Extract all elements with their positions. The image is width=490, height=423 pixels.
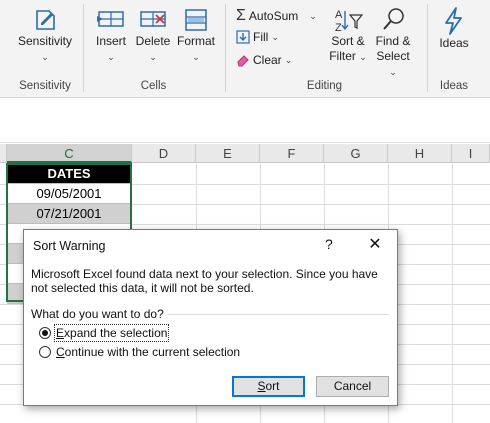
insert-label: Insert bbox=[95, 34, 126, 48]
dialog-title: Sort Warning bbox=[33, 239, 106, 253]
clear-label: Clear bbox=[253, 53, 282, 67]
help-icon[interactable]: ? bbox=[325, 236, 333, 252]
group-label-editing: Editing bbox=[306, 80, 343, 92]
dialog-message: Microsoft Excel found data next to your … bbox=[31, 267, 378, 295]
group-label-sensitivity: Sensitivity bbox=[19, 80, 71, 92]
lightning-icon bbox=[445, 7, 462, 35]
radio-expand-selection[interactable]: Expand the selection bbox=[39, 324, 170, 342]
find-select-label-1: Find & bbox=[375, 34, 411, 48]
insert-cells-icon bbox=[97, 11, 124, 27]
formula-bar-area bbox=[0, 99, 490, 143]
radio-label-continue: Continue with the current selection bbox=[56, 345, 241, 359]
radio-continue-current[interactable]: Continue with the current selection bbox=[39, 345, 240, 359]
column-header-h[interactable]: H bbox=[388, 144, 452, 163]
find-select-label-2: Select bbox=[376, 49, 410, 63]
ribbon: Sensitivity ⌄ Sensitivity Insert ⌄ Delet… bbox=[0, 0, 490, 98]
radio-button-selected-icon[interactable] bbox=[39, 327, 51, 339]
sensitivity-label: Sensitivity bbox=[17, 34, 73, 48]
chevron-down-icon: ⌄ bbox=[284, 54, 293, 65]
dialog-question: What do you want to do? bbox=[31, 307, 164, 321]
column-header-i[interactable]: I bbox=[452, 144, 490, 163]
radio-button-icon[interactable] bbox=[39, 346, 51, 358]
cell-c-date[interactable]: 09/05/2001 bbox=[7, 184, 131, 204]
chevron-down-icon: ⌄ bbox=[192, 52, 200, 62]
format-label: Format bbox=[176, 34, 215, 48]
delete-label: Delete bbox=[135, 34, 171, 48]
column-header-d[interactable]: D bbox=[132, 144, 196, 163]
svg-text:A: A bbox=[335, 9, 343, 21]
chevron-down-icon: ⌄ bbox=[309, 10, 317, 21]
group-label-ideas: Ideas bbox=[439, 80, 469, 92]
chevron-down-icon: ⌄ bbox=[389, 67, 397, 77]
magnifier-icon bbox=[383, 8, 404, 30]
divider bbox=[427, 4, 428, 92]
cancel-button[interactable]: Cancel bbox=[316, 376, 389, 397]
format-button[interactable]: Format ⌄ bbox=[175, 6, 217, 65]
sort-filter-button[interactable]: A Z Sort & Filter ⌄ bbox=[326, 6, 370, 65]
fill-button[interactable]: Fill ⌄ bbox=[236, 30, 279, 44]
cell-c-header[interactable]: DATES bbox=[7, 164, 131, 184]
chevron-down-icon: ⌄ bbox=[107, 52, 115, 62]
cell-c-date[interactable]: 07/21/2001 bbox=[7, 204, 131, 224]
delete-button[interactable]: Delete ⌄ bbox=[134, 6, 172, 65]
sort-filter-label-2: Filter bbox=[329, 49, 356, 63]
fill-down-icon bbox=[236, 30, 250, 44]
column-header-c[interactable]: C bbox=[7, 144, 132, 163]
sort-filter-icon: A Z bbox=[335, 9, 364, 34]
column-header-e[interactable]: E bbox=[196, 144, 260, 163]
column-header-f[interactable]: F bbox=[260, 144, 324, 163]
format-cells-icon bbox=[185, 9, 207, 31]
sort-warning-dialog: Sort Warning ? ✕ Microsoft Excel found d… bbox=[23, 229, 398, 406]
ideas-label: Ideas bbox=[439, 36, 469, 50]
clear-button[interactable]: Clear ⌄ bbox=[236, 53, 292, 67]
divider bbox=[83, 4, 84, 92]
chevron-down-icon: ⌄ bbox=[359, 52, 367, 62]
chevron-down-icon: ⌄ bbox=[271, 31, 279, 42]
sensitivity-button[interactable]: Sensitivity ⌄ bbox=[14, 6, 76, 65]
column-header-g[interactable]: G bbox=[324, 144, 388, 163]
autosum-button[interactable]: Σ AutoSum ⌄ bbox=[236, 7, 317, 25]
sort-filter-label-1: Sort & bbox=[331, 34, 365, 48]
chevron-down-icon: ⌄ bbox=[41, 52, 49, 62]
sensitivity-icon bbox=[36, 10, 55, 30]
divider bbox=[167, 314, 389, 315]
sigma-icon: Σ bbox=[236, 7, 246, 24]
close-icon[interactable]: ✕ bbox=[364, 235, 386, 255]
svg-text:Z: Z bbox=[335, 22, 342, 34]
divider bbox=[225, 4, 226, 92]
insert-button[interactable]: Insert ⌄ bbox=[90, 6, 132, 65]
autosum-label: AutoSum bbox=[248, 9, 299, 23]
eraser-icon bbox=[237, 55, 249, 67]
sort-button[interactable]: Sort bbox=[232, 376, 305, 397]
ideas-button[interactable]: Ideas bbox=[434, 6, 474, 51]
group-label-cells: Cells bbox=[140, 80, 167, 92]
row-header-corner bbox=[0, 144, 7, 163]
delete-cells-icon bbox=[140, 11, 166, 27]
fill-label: Fill bbox=[253, 30, 269, 44]
find-select-button[interactable]: Find & Select ⌄ bbox=[372, 6, 414, 80]
radio-label-expand: Expand the selection bbox=[53, 324, 170, 342]
chevron-down-icon: ⌄ bbox=[149, 52, 157, 62]
